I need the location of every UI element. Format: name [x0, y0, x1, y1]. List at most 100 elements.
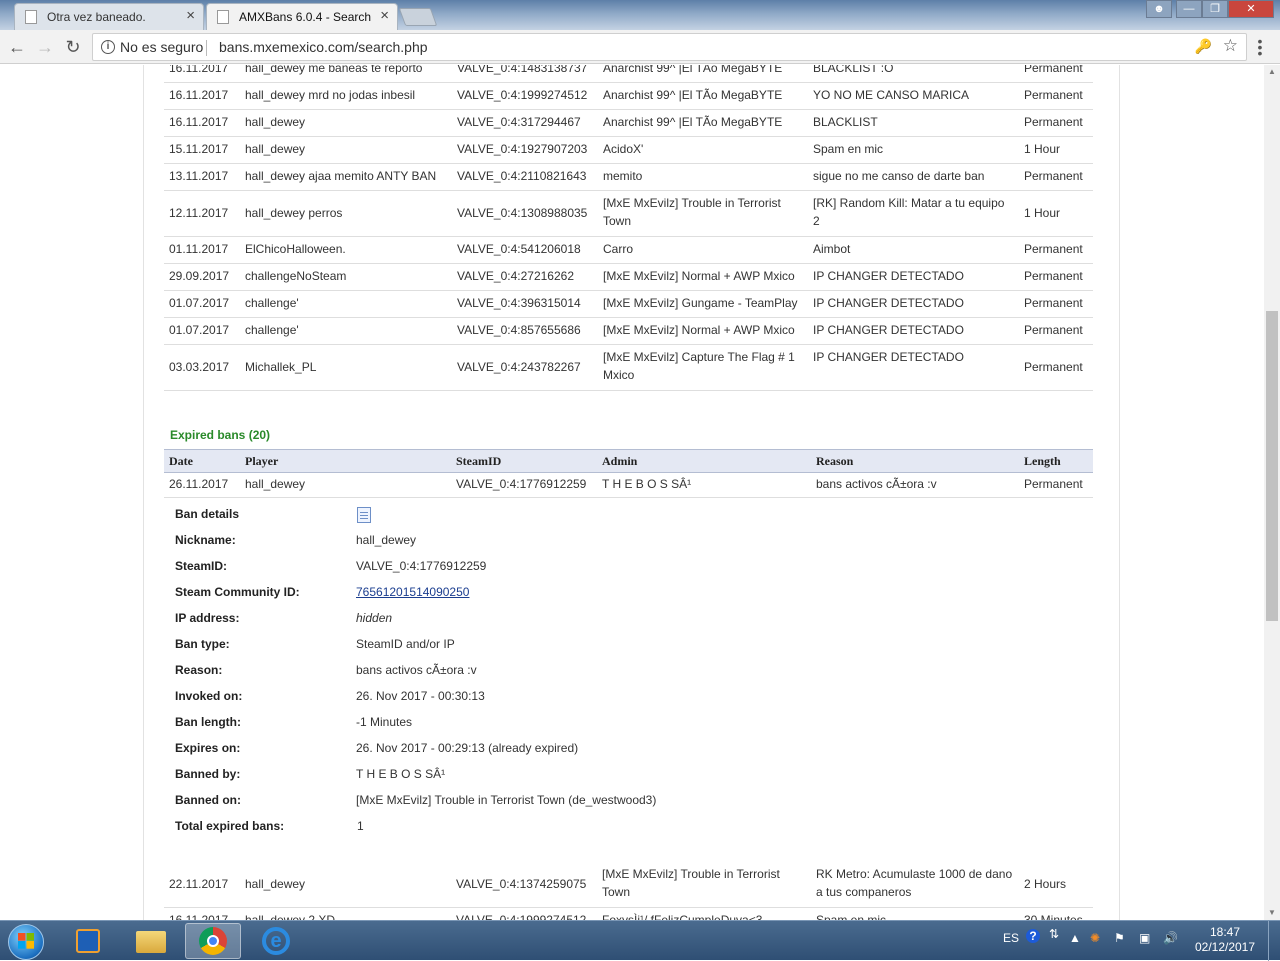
volume-icon[interactable]: 🔊	[1163, 931, 1178, 945]
detail-label: Banned by:	[175, 767, 241, 781]
clock-time: 18:47	[1209, 925, 1241, 939]
column-header-steamid[interactable]: SteamID	[456, 454, 501, 469]
detail-value: SteamID and/or IP	[356, 637, 455, 651]
cell-admin: [MxE MxEvilz] Trouble in Terrorist Town	[602, 867, 780, 899]
cell-player: hall_dewey	[245, 877, 306, 891]
cell-steamid: VALVE_0:4:317294467	[457, 115, 581, 129]
system-clock[interactable]: 18:47 02/12/2017	[1190, 925, 1260, 955]
language-indicator[interactable]: ES	[1003, 931, 1019, 945]
start-button[interactable]	[8, 924, 44, 960]
expired-bans-header: Date Player SteamID Admin Reason Length	[164, 449, 1093, 473]
cell-admin: AcidoX'	[603, 142, 644, 156]
windows-taskbar: e ES ? ⇅ ▲ ✺ ⚑ ▣ 🔊 18:47 02/12/2017	[0, 920, 1280, 961]
url-text[interactable]: bans.mxemexico.com/search.php	[219, 39, 428, 55]
action-center-flag-icon[interactable]: ⚑	[1114, 931, 1125, 945]
back-arrow-icon[interactable]: ←	[6, 36, 28, 58]
internet-explorer-taskbar-icon[interactable]: e	[248, 923, 304, 959]
cell-admin: Carro	[603, 242, 634, 256]
table-row[interactable]: 16.11.2017 hall_dewey me baneas te report…	[164, 65, 1093, 83]
close-window-button[interactable]: ✕	[1228, 0, 1274, 18]
table-row[interactable]: 03.03.2017 Michallek_PL VALVE_0:4:24378226…	[164, 344, 1093, 391]
ban-player: hall_dewey	[245, 477, 306, 491]
column-header-player[interactable]: Player	[245, 454, 278, 469]
table-row[interactable]: 01.07.2017 challenge' VALVE_0:4:857655686 […	[164, 317, 1093, 345]
cell-date: 01.07.2017	[169, 323, 230, 337]
browser-toolbar: ← → ↻ i No es seguro bans.mxemexico.com/…	[0, 30, 1280, 64]
info-icon[interactable]: i	[101, 40, 115, 54]
table-row[interactable]: 12.11.2017 hall_dewey perros VALVE_0:4:130…	[164, 190, 1093, 237]
cell-admin: [MxE MxEvilz] Normal + AWP Mxico	[603, 269, 795, 283]
table-row[interactable]: 16.11.2017 hall_dewey 2 XD VALVE_0:4:19992…	[164, 907, 1093, 920]
cell-steamid: VALVE_0:4:2110821643	[457, 169, 587, 183]
explorer-taskbar-icon[interactable]	[123, 923, 179, 959]
user-icon[interactable]: ☻	[1146, 0, 1172, 18]
cell-steamid: VALVE_0:4:27216262	[457, 269, 574, 283]
expired-ban-row[interactable]: 26.11.2017 hall_dewey VALVE_0:4:17769122…	[164, 472, 1093, 498]
detail-value: 26. Nov 2017 - 00:29:13 (already expired…	[356, 741, 579, 755]
close-tab-icon[interactable]: ×	[380, 7, 389, 24]
cell-admin: Anarchist 99^ |El TÃo MegaBYTE	[603, 88, 783, 102]
cell-reason: IP CHANGER DETECTADO	[813, 296, 964, 310]
table-row[interactable]: 29.09.2017 challengeNoSteam VALVE_0:4:2721…	[164, 263, 1093, 291]
cell-length: Permanent	[1024, 242, 1083, 256]
reload-icon[interactable]: ↻	[62, 36, 84, 58]
cell-date: 16.11.2017	[169, 65, 229, 75]
avast-icon[interactable]: ✺	[1090, 931, 1100, 945]
scrollbar-thumb[interactable]	[1266, 311, 1278, 621]
table-row[interactable]: 22.11.2017 hall_dewey VALVE_0:4:1374259075…	[164, 861, 1093, 908]
cell-player: Michallek_PL	[245, 360, 317, 374]
cell-length: 1 Hour	[1024, 206, 1061, 220]
cell-length: 1 Hour	[1024, 142, 1061, 156]
column-header-length[interactable]: Length	[1024, 454, 1061, 469]
security-status[interactable]: No es seguro	[120, 39, 203, 55]
detail-label: Steam Community ID:	[175, 585, 300, 599]
cell-player: hall_dewey mrd no jodas inbesil	[245, 88, 416, 102]
network-icon[interactable]: ▣	[1139, 931, 1150, 945]
keyboard-icon[interactable]: ⇅	[1049, 927, 1059, 941]
show-hidden-icons-arrow-icon[interactable]: ▲	[1069, 931, 1081, 945]
column-header-reason[interactable]: Reason	[816, 454, 853, 469]
show-desktop-button[interactable]	[1268, 921, 1280, 961]
chrome-taskbar-icon[interactable]	[185, 923, 241, 959]
cell-date: 13.11.2017	[169, 169, 229, 183]
cell-player: hall_dewey	[245, 115, 306, 129]
tab-title: AMXBans 6.0.4 - Search	[239, 10, 372, 24]
cell-reason: BLACKLIST :O	[813, 65, 894, 75]
forward-arrow-icon[interactable]: →	[34, 36, 56, 58]
minimize-button[interactable]: —	[1176, 0, 1202, 18]
steam-community-link[interactable]: 76561201514090250	[356, 585, 469, 599]
table-row[interactable]: 01.07.2017 challenge' VALVE_0:4:396315014 […	[164, 290, 1093, 318]
table-row[interactable]: 16.11.2017 hall_dewey mrd no jodas inbesi…	[164, 82, 1093, 110]
close-tab-icon[interactable]: ×	[186, 7, 195, 24]
table-row[interactable]: 16.11.2017 hall_dewey VALVE_0:4:317294467 A…	[164, 109, 1093, 137]
address-bar[interactable]: i No es seguro bans.mxemexico.com/search…	[92, 33, 1247, 61]
scrollbar[interactable]: ▲ ▼	[1264, 65, 1280, 920]
scroll-up-arrow-icon[interactable]: ▲	[1264, 65, 1280, 79]
menu-dots-icon[interactable]: • • •	[1255, 34, 1265, 60]
scroll-down-arrow-icon[interactable]: ▼	[1264, 906, 1280, 920]
detail-value: bans activos cÃ±ora :v	[356, 663, 477, 677]
detail-label: Nickname:	[175, 533, 236, 547]
cell-reason: Aimbot	[813, 242, 851, 256]
maximize-button[interactable]: ❐	[1202, 0, 1228, 18]
tab-otra-vez-baneado[interactable]: Otra vez baneado. ×	[14, 3, 204, 30]
new-tab-button[interactable]	[398, 8, 438, 26]
tab-amxbans-search[interactable]: AMXBans 6.0.4 - Search ×	[206, 3, 398, 30]
page-viewport: 16.11.2017 hall_dewey me baneas te report…	[0, 65, 1264, 920]
key-icon[interactable]: 🔑	[1195, 38, 1212, 55]
column-header-date[interactable]: Date	[169, 454, 193, 469]
cell-player: hall_dewey ajaa memito ANTY BAN	[245, 169, 437, 183]
document-icon[interactable]	[357, 507, 371, 523]
table-row[interactable]: 13.11.2017 hall_dewey ajaa memito ANTY BA…	[164, 163, 1093, 191]
bookmark-star-icon[interactable]: ☆	[1223, 36, 1238, 56]
column-header-admin[interactable]: Admin	[602, 454, 637, 469]
detail-value: hidden	[356, 611, 393, 625]
help-icon[interactable]: ?	[1026, 929, 1040, 943]
table-row[interactable]: 15.11.2017 hall_dewey VALVE_0:4:1927907203…	[164, 136, 1093, 164]
table-row[interactable]: 01.11.2017 ElChicoHalloween. VALVE_0:4:541…	[164, 236, 1093, 264]
detail-value: -1 Minutes	[356, 715, 413, 729]
cell-length: Permanent	[1024, 65, 1083, 75]
cell-admin: [MxE MxEvilz] Gungame - TeamPlay	[603, 296, 798, 310]
tab-title: Otra vez baneado.	[47, 10, 146, 24]
media-player-taskbar-icon[interactable]	[60, 923, 116, 959]
